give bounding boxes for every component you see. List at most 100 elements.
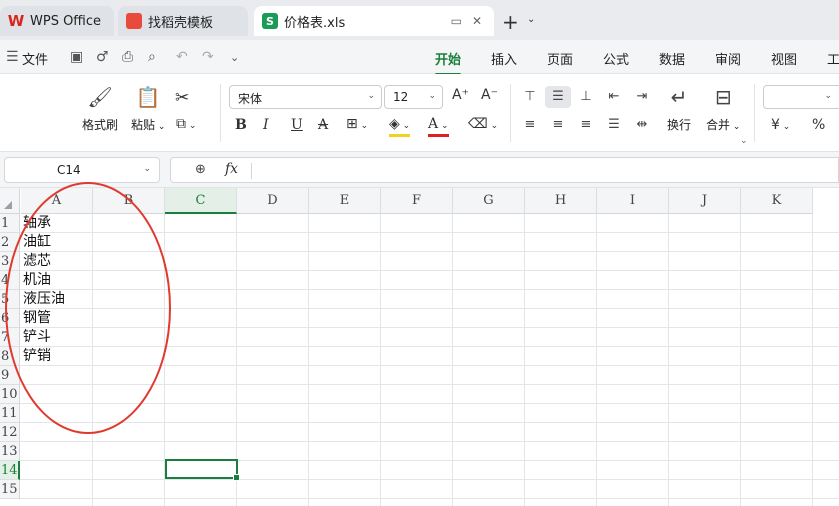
divider bbox=[251, 163, 252, 179]
screen-icon[interactable]: ▭ bbox=[451, 14, 462, 28]
underline-icon[interactable]: U bbox=[291, 117, 303, 133]
decrease-indent-icon[interactable]: ⇤ bbox=[601, 86, 627, 108]
align-bottom-icon[interactable]: ⊥ bbox=[573, 86, 599, 108]
column-header-d[interactable]: D bbox=[237, 188, 309, 214]
column-header-g[interactable]: G bbox=[453, 188, 525, 214]
row-header-10[interactable]: 10 bbox=[0, 385, 20, 404]
distributed-icon[interactable]: ⇹ bbox=[629, 114, 655, 136]
increase-indent-icon[interactable]: ⇥ bbox=[629, 86, 655, 108]
tab-price-sheet[interactable]: S 价格表.xls ▭ ✕ bbox=[254, 6, 494, 36]
grid-line bbox=[380, 214, 381, 506]
menu-file[interactable]: 文件 bbox=[22, 49, 48, 68]
column-header-k[interactable]: K bbox=[741, 188, 813, 214]
decrease-font-icon[interactable]: A⁻ bbox=[481, 87, 498, 103]
column-header-f[interactable]: F bbox=[381, 188, 453, 214]
menu-data[interactable]: 数据 bbox=[659, 49, 685, 68]
wrap-text-button[interactable]: ↵ 换行 bbox=[667, 84, 691, 133]
row-header-11[interactable]: 11 bbox=[0, 404, 20, 423]
grid-line bbox=[20, 403, 839, 404]
align-right-icon[interactable]: ≡ bbox=[573, 114, 599, 136]
save-icon[interactable]: ▣ bbox=[70, 49, 83, 65]
spreadsheet-s-icon: S bbox=[262, 13, 278, 29]
title-tab-bar: W WPS Office 找稻壳模板 S 价格表.xls ▭ ✕ + ⌄ bbox=[0, 0, 839, 40]
fill-color-icon[interactable]: ◈ ⌄ bbox=[389, 116, 411, 137]
tab-docer-templates[interactable]: 找稻壳模板 bbox=[118, 6, 248, 36]
merge-cells-button[interactable]: ⊟ 合并 ⌄ bbox=[706, 84, 740, 133]
menu-tools[interactable]: 工 bbox=[827, 49, 839, 68]
chevron-down-icon[interactable]: ⌄ bbox=[527, 14, 535, 25]
close-tab-icon[interactable]: ✕ bbox=[472, 14, 482, 28]
menu-view[interactable]: 视图 bbox=[771, 49, 797, 68]
bold-icon[interactable]: B bbox=[235, 117, 247, 133]
tab-wps-office[interactable]: W WPS Office bbox=[0, 6, 114, 36]
chevron-down-icon: ⌄ bbox=[428, 91, 436, 101]
font-name-select[interactable]: 宋体 ⌄ bbox=[229, 85, 382, 109]
paste-icon: 📋 bbox=[135, 85, 161, 109]
undo-icon[interactable]: ↶ bbox=[176, 49, 188, 65]
menu-page[interactable]: 页面 bbox=[547, 49, 573, 68]
grid-line bbox=[452, 214, 453, 506]
more-chevron-icon[interactable]: ⌄ bbox=[230, 51, 239, 64]
format-painter-icon: 🖌 bbox=[87, 85, 113, 109]
chevron-down-icon: ⌄ bbox=[367, 91, 375, 101]
paste-button[interactable]: 📋 粘贴 ⌄ bbox=[131, 84, 165, 133]
zoom-icon[interactable]: ⊕ bbox=[195, 162, 206, 177]
formula-bar: C14 ⌄ ⊕ fx bbox=[0, 152, 839, 188]
fx-icon[interactable]: fx bbox=[225, 161, 238, 177]
grid-line bbox=[308, 214, 309, 506]
grid-line bbox=[20, 441, 839, 442]
column-header-e[interactable]: E bbox=[309, 188, 381, 214]
align-left-icon[interactable]: ≡ bbox=[517, 114, 543, 136]
docer-icon bbox=[126, 13, 142, 29]
annotation-ellipse bbox=[5, 182, 171, 434]
selected-cell-c14[interactable] bbox=[165, 459, 240, 481]
share-icon[interactable]: ♂ bbox=[96, 49, 109, 65]
italic-icon[interactable]: I bbox=[263, 117, 269, 133]
grid-line bbox=[524, 214, 525, 506]
font-color-icon[interactable]: A ⌄ bbox=[428, 116, 449, 137]
grid-line bbox=[20, 498, 839, 499]
redo-icon[interactable]: ↷ bbox=[202, 49, 214, 65]
select-all-corner[interactable] bbox=[0, 188, 20, 214]
percent-button[interactable]: % bbox=[812, 117, 825, 133]
number-format-select[interactable]: ⌄ bbox=[763, 85, 839, 109]
column-header-c[interactable]: C bbox=[165, 188, 237, 214]
grid-line bbox=[668, 214, 669, 506]
strikethrough-icon[interactable]: A bbox=[318, 117, 328, 133]
column-header-h[interactable]: H bbox=[525, 188, 597, 214]
align-middle-icon[interactable]: ☰ bbox=[545, 86, 571, 108]
ribbon-expand-icon[interactable]: ⌄ bbox=[740, 136, 748, 146]
align-center-icon[interactable]: ≡ bbox=[545, 114, 571, 136]
currency-button[interactable]: ¥ ⌄ bbox=[771, 117, 790, 133]
cut-icon[interactable]: ✂ bbox=[175, 88, 189, 108]
print-icon[interactable]: ⎙ bbox=[122, 49, 133, 65]
hamburger-menu-icon[interactable]: ☰ bbox=[6, 49, 19, 65]
menu-bar: ☰ 文件 ▣ ♂ ⎙ ⌕ ↶ ↷ ⌄ 开始 插入 页面 公式 数据 审阅 视图 … bbox=[0, 40, 839, 76]
menu-review[interactable]: 审阅 bbox=[715, 49, 741, 68]
menu-formula[interactable]: 公式 bbox=[603, 49, 629, 68]
row-header-14[interactable]: 14 bbox=[0, 461, 20, 480]
increase-font-icon[interactable]: A⁺ bbox=[452, 87, 469, 103]
print-preview-icon[interactable]: ⌕ bbox=[148, 49, 156, 65]
justify-icon[interactable]: ☰ bbox=[601, 114, 627, 136]
row-header-12[interactable]: 12 bbox=[0, 423, 20, 442]
formula-input[interactable]: ⊕ fx bbox=[170, 157, 839, 183]
name-box[interactable]: C14 ⌄ bbox=[4, 157, 160, 183]
row-header-15[interactable]: 15 bbox=[0, 480, 20, 499]
row-header-1[interactable]: 1 bbox=[0, 214, 20, 233]
new-tab-icon[interactable]: + bbox=[502, 10, 519, 34]
copy-icon[interactable]: ⧉ ⌄ bbox=[176, 116, 196, 132]
clear-format-icon[interactable]: ⌫ ⌄ bbox=[468, 116, 498, 132]
column-header-i[interactable]: I bbox=[597, 188, 669, 214]
align-top-icon[interactable]: ⊤ bbox=[517, 86, 543, 108]
row-header-13[interactable]: 13 bbox=[0, 442, 20, 461]
font-size-select[interactable]: 12 ⌄ bbox=[384, 85, 443, 109]
tab-label: 找稻壳模板 bbox=[148, 15, 214, 31]
divider bbox=[220, 84, 221, 142]
grid-line bbox=[20, 460, 839, 461]
menu-home[interactable]: 开始 bbox=[435, 49, 462, 76]
border-icon[interactable]: ⊞ ⌄ bbox=[346, 116, 368, 132]
column-header-j[interactable]: J bbox=[669, 188, 741, 214]
menu-insert[interactable]: 插入 bbox=[491, 49, 517, 68]
format-painter-button[interactable]: 🖌 格式刷 bbox=[82, 84, 118, 133]
